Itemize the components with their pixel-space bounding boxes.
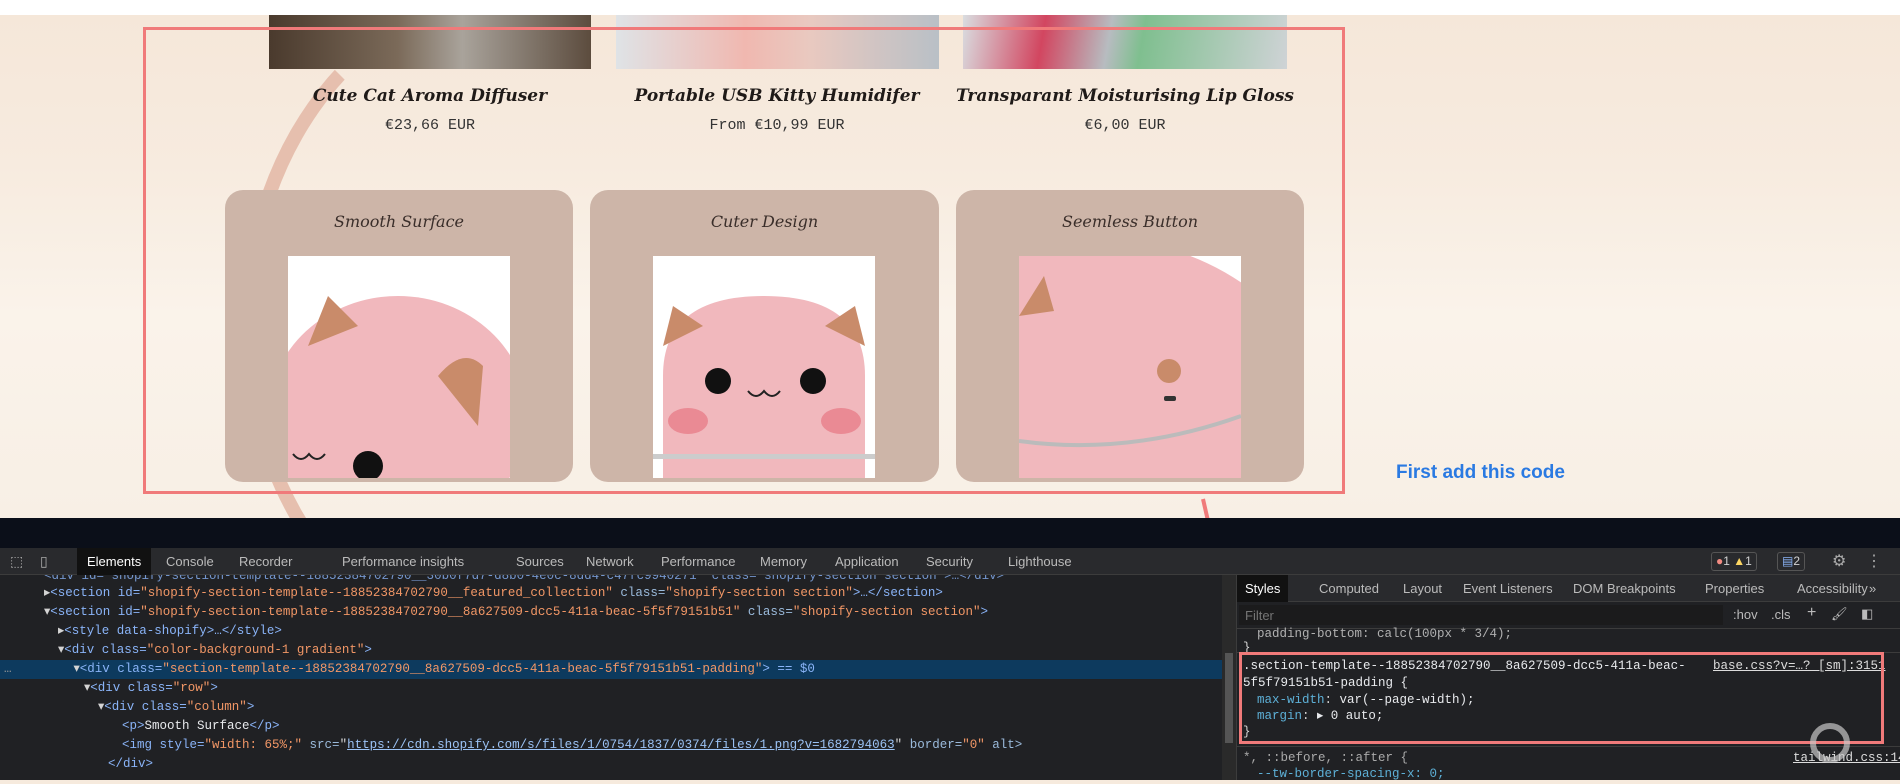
attr: alt> bbox=[984, 738, 1023, 752]
dom-node-selected[interactable]: … ▾<div class="section-template--18852384… bbox=[0, 660, 1236, 679]
tag: <div class= bbox=[104, 700, 187, 714]
styles-pane: Styles Computed Layout Event Listeners D… bbox=[1236, 575, 1900, 781]
issues-badge[interactable]: ●1 ▲1 bbox=[1711, 552, 1757, 571]
tag: <div class= bbox=[90, 681, 173, 695]
dom-node[interactable]: ▸<section id="shopify-section-template--… bbox=[44, 584, 943, 603]
tag: <p> bbox=[122, 719, 145, 733]
attr: src= bbox=[302, 738, 340, 752]
dom-node[interactable]: ▾<div class="color-background-1 gradient… bbox=[58, 641, 372, 660]
tag: > == $0 bbox=[762, 662, 815, 676]
tag: > bbox=[246, 700, 255, 714]
tab-accessibility[interactable]: Accessibility bbox=[1797, 575, 1868, 602]
tag: > bbox=[364, 643, 372, 657]
scrollbar[interactable] bbox=[1222, 575, 1236, 780]
text-node: Smooth Surface bbox=[144, 719, 250, 733]
styles-filter-input[interactable] bbox=[1239, 605, 1723, 625]
dom-node[interactable]: <img style="width: 65%;" src="https://cd… bbox=[122, 736, 1022, 755]
tag: <div class= bbox=[64, 643, 147, 657]
attr: class= bbox=[612, 586, 666, 600]
elements-tree: <div id="shopify-section-template--18852… bbox=[0, 575, 1236, 780]
tag: </p> bbox=[249, 719, 280, 733]
attr-value: "shopify-section-template--1885238470279… bbox=[140, 586, 613, 600]
attr-value: "section-template--18852384702790__8a627… bbox=[162, 662, 763, 676]
tab-layout[interactable]: Layout bbox=[1403, 575, 1442, 602]
styles-tabbar: Styles Computed Layout Event Listeners D… bbox=[1237, 575, 1900, 602]
tag: > bbox=[980, 605, 988, 619]
watermark-logo bbox=[1810, 723, 1850, 763]
dom-node[interactable]: ▸<style data-shopify>…</style> bbox=[58, 622, 282, 641]
viewport-edge bbox=[0, 518, 1900, 548]
more-options-icon[interactable]: ⋮ bbox=[1866, 551, 1882, 571]
warning-icon: ▲ bbox=[1733, 554, 1746, 568]
dom-node[interactable]: ▾<div class="column"> bbox=[98, 698, 254, 717]
attr-value: "shopify-section-template--1885238470279… bbox=[140, 605, 741, 619]
tab-performance-insights[interactable]: Performance insights bbox=[342, 548, 464, 575]
attr: border= bbox=[902, 738, 963, 752]
css-declaration[interactable]: --tw-border-spacing-x: 0; bbox=[1257, 765, 1445, 784]
attr-value: "width: 65%;" bbox=[204, 738, 303, 752]
message-icon: ▤ bbox=[1782, 554, 1794, 568]
messages-badge[interactable]: ▤2 bbox=[1777, 552, 1806, 571]
inspect-icon[interactable]: ⬚ bbox=[10, 553, 23, 570]
new-rule-icon[interactable]: + bbox=[1807, 604, 1816, 622]
warning-count: 1 bbox=[1745, 554, 1752, 568]
tab-event-listeners[interactable]: Event Listeners bbox=[1463, 575, 1553, 602]
tag: > bbox=[210, 681, 218, 695]
tab-memory[interactable]: Memory bbox=[760, 548, 807, 575]
tag: >…</section> bbox=[852, 586, 943, 600]
toggle-sidebar-icon[interactable]: ◧ bbox=[1861, 606, 1873, 622]
tab-console[interactable]: Console bbox=[166, 548, 214, 575]
highlight-box bbox=[1239, 652, 1884, 744]
attr-value: "shopify-section section" bbox=[665, 586, 853, 600]
tab-performance[interactable]: Performance bbox=[661, 548, 735, 575]
attr-value: "0" bbox=[962, 738, 985, 752]
tab-properties[interactable]: Properties bbox=[1705, 575, 1764, 602]
tab-sources[interactable]: Sources bbox=[516, 548, 564, 575]
prev-rule-line: padding-bottom: calc(100px * 3/4); bbox=[1257, 627, 1513, 641]
error-count: 1 bbox=[1723, 554, 1730, 568]
tag: <section id= bbox=[50, 605, 141, 619]
dom-node[interactable]: </div> bbox=[108, 755, 153, 774]
dom-node[interactable]: ▾<div class="row"> bbox=[84, 679, 218, 698]
annotation-text: First add this code bbox=[1396, 462, 1565, 483]
tab-recorder[interactable]: Recorder bbox=[239, 548, 292, 575]
tab-computed[interactable]: Computed bbox=[1319, 575, 1379, 602]
settings-gear-icon[interactable]: ⚙ bbox=[1832, 551, 1846, 571]
paint-icon[interactable]: 🖌 bbox=[1831, 606, 1848, 622]
tab-network[interactable]: Network bbox=[586, 548, 634, 575]
dom-node[interactable]: <p>Smooth Surface</p> bbox=[122, 717, 280, 736]
tag: <img style= bbox=[122, 738, 205, 752]
src-link[interactable]: https://cdn.shopify.com/s/files/1/0754/1… bbox=[347, 738, 895, 752]
attr-value: "color-background-1 gradient" bbox=[146, 643, 365, 657]
tab-security[interactable]: Security bbox=[926, 548, 973, 575]
tag: <style data-shopify>…</style> bbox=[64, 624, 282, 638]
more-tabs-icon[interactable]: » bbox=[1869, 575, 1876, 602]
tab-application[interactable]: Application bbox=[835, 548, 899, 575]
devtools-tabbar: ⬚ ▯ Elements Console Recorder Performanc… bbox=[0, 548, 1900, 575]
tag: </div> bbox=[108, 757, 154, 771]
top-strip bbox=[0, 0, 1900, 15]
device-toolbar-icon[interactable]: ▯ bbox=[40, 553, 48, 570]
dom-node-text: <div id="shopify-section-template--18852… bbox=[44, 575, 1005, 583]
message-count: 2 bbox=[1793, 554, 1801, 568]
attr-value: "row" bbox=[172, 681, 211, 695]
tab-lighthouse[interactable]: Lighthouse bbox=[1008, 548, 1072, 575]
cls-toggle[interactable]: .cls bbox=[1771, 607, 1791, 622]
tag: <div class= bbox=[79, 662, 163, 676]
tab-dom-breakpoints[interactable]: DOM Breakpoints bbox=[1573, 575, 1676, 602]
hov-toggle[interactable]: :hov bbox=[1733, 607, 1758, 622]
tab-styles[interactable]: Styles bbox=[1237, 575, 1289, 602]
attr: class= bbox=[740, 605, 793, 619]
attr-value: "column" bbox=[186, 700, 247, 714]
tag: <section id= bbox=[50, 586, 141, 600]
highlight-box bbox=[143, 27, 1345, 494]
dom-node[interactable]: ▾<section id="shopify-section-template--… bbox=[44, 603, 988, 622]
devtools-panel: ⬚ ▯ Elements Console Recorder Performanc… bbox=[0, 548, 1900, 781]
attr-value: "shopify-section section" bbox=[792, 605, 981, 619]
tab-elements[interactable]: Elements bbox=[77, 548, 152, 575]
